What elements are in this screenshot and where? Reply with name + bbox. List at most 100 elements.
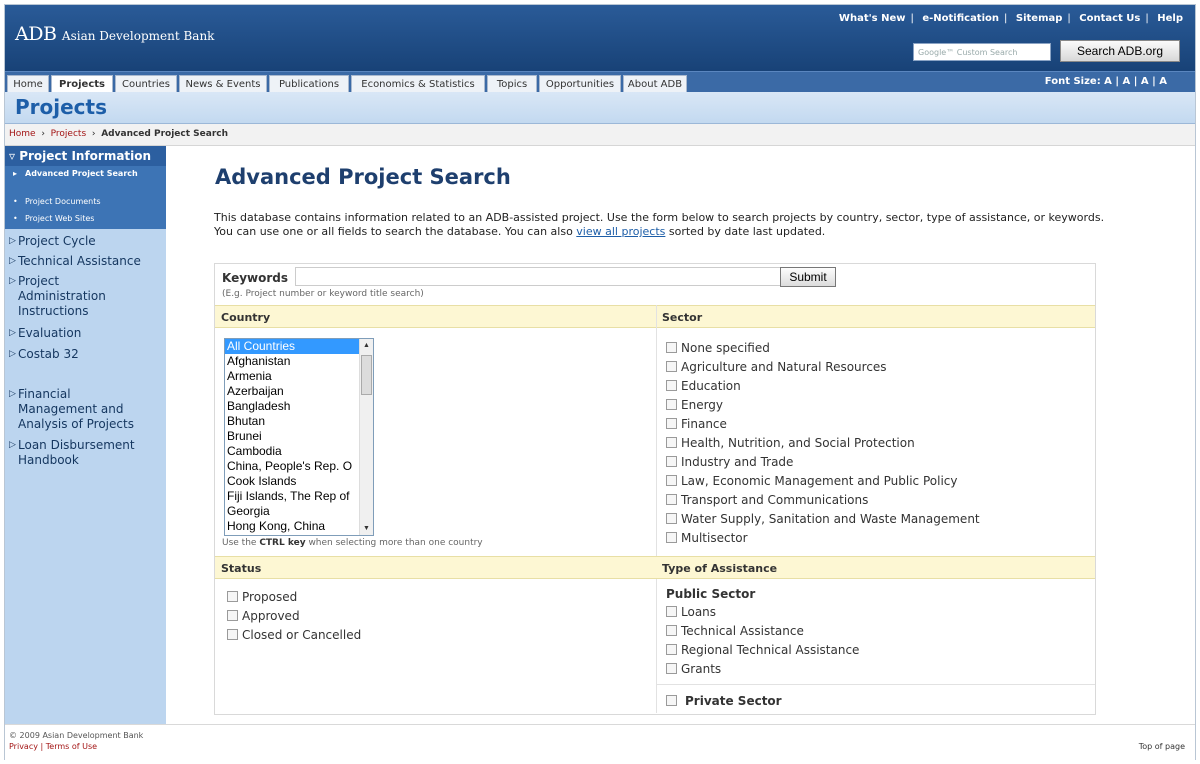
sector-checkbox-none[interactable]: None specified	[666, 341, 770, 355]
tab-opportunities[interactable]: Opportunities	[539, 75, 621, 93]
country-option[interactable]: Afghanistan	[225, 354, 361, 369]
tab-projects[interactable]: Projects	[51, 75, 113, 93]
country-option[interactable]: China, People's Rep. O	[225, 459, 361, 474]
country-option[interactable]: Bhutan	[225, 414, 361, 429]
listbox-scrollbar[interactable]: ▲ ▼	[359, 339, 373, 535]
tab-home[interactable]: Home	[7, 75, 49, 93]
private-sector-checkbox[interactable]: Private Sector	[666, 694, 782, 708]
view-all-projects-link[interactable]: view all projects	[576, 225, 665, 238]
tab-topics[interactable]: Topics	[487, 75, 537, 93]
country-option[interactable]: All Countries	[225, 339, 361, 354]
country-option[interactable]: Azerbaijan	[225, 384, 361, 399]
breadcrumb-projects[interactable]: Projects	[51, 129, 86, 139]
checkbox[interactable]	[666, 475, 677, 486]
top-of-page-link[interactable]: Top of page	[1139, 742, 1185, 751]
checkbox[interactable]	[666, 361, 677, 372]
sidebar-item-project-information[interactable]: ▿ Project Information	[5, 146, 166, 166]
sector-checkbox-transport[interactable]: Transport and Communications	[666, 493, 868, 507]
checkbox[interactable]	[666, 342, 677, 353]
scroll-down-icon[interactable]: ▼	[360, 522, 373, 535]
contact-us-link[interactable]: Contact Us	[1079, 13, 1140, 24]
assistance-checkbox-rta[interactable]: Regional Technical Assistance	[666, 643, 859, 657]
sector-checkbox-energy[interactable]: Energy	[666, 398, 723, 412]
checkbox[interactable]	[666, 418, 677, 429]
tab-economics-statistics[interactable]: Economics & Statistics	[351, 75, 485, 93]
checkbox[interactable]	[666, 625, 677, 636]
status-checkbox-approved[interactable]: Approved	[227, 609, 300, 623]
checkbox[interactable]	[666, 380, 677, 391]
country-listbox[interactable]: All Countries Afghanistan Armenia Azerba…	[224, 338, 374, 536]
checkbox[interactable]	[666, 663, 677, 674]
keywords-input[interactable]	[295, 267, 781, 286]
scroll-thumb[interactable]	[361, 355, 372, 395]
country-option[interactable]: Brunei	[225, 429, 361, 444]
sector-checkbox-law[interactable]: Law, Economic Management and Public Poli…	[666, 474, 958, 488]
intro-tail: sorted by date last updated.	[665, 225, 826, 238]
checkbox[interactable]	[666, 399, 677, 410]
submit-button[interactable]: Submit	[780, 267, 836, 287]
breadcrumb-home[interactable]: Home	[9, 129, 36, 139]
checkbox[interactable]	[666, 532, 677, 543]
sidebar-item-project-cycle[interactable]: ▷ Project Cycle	[9, 234, 164, 249]
country-option[interactable]: Fiji Islands, The Rep of	[225, 489, 361, 504]
country-option[interactable]: Bangladesh	[225, 399, 361, 414]
sidebar-item-financial-management[interactable]: ▷ Financial Management and Analysis of Pr…	[9, 387, 149, 432]
status-checkbox-closed[interactable]: Closed or Cancelled	[227, 628, 361, 642]
country-option[interactable]: Hong Kong, China	[225, 519, 361, 534]
tab-countries[interactable]: Countries	[115, 75, 177, 93]
country-option[interactable]: Georgia	[225, 504, 361, 519]
checkbox[interactable]	[666, 437, 677, 448]
sidebar-item-evaluation[interactable]: ▷ Evaluation	[9, 326, 164, 341]
site-header: ADB Asian Development Bank What's New | e…	[5, 5, 1195, 71]
sector-checkbox-industry[interactable]: Industry and Trade	[666, 455, 793, 469]
checkbox-label: Transport and Communications	[681, 493, 869, 507]
sidebar-item-loan-disbursement[interactable]: ▷ Loan Disbursement Handbook	[9, 438, 159, 468]
search-adb-button[interactable]: Search ADB.org	[1060, 40, 1180, 62]
site-search-input[interactable]: Google™ Custom Search	[913, 43, 1051, 61]
sidebar-subitem-advanced-search[interactable]: ▸ Advanced Project Search	[5, 166, 166, 194]
section-title: Projects	[15, 95, 108, 119]
status-checkbox-proposed[interactable]: Proposed	[227, 590, 297, 604]
whats-new-link[interactable]: What's New	[839, 13, 906, 24]
assistance-checkbox-loans[interactable]: Loans	[666, 605, 716, 619]
sidebar-subitem-project-web-sites[interactable]: • Project Web Sites	[5, 211, 166, 229]
tab-about-adb[interactable]: About ADB	[623, 75, 687, 93]
sector-checkbox-agriculture[interactable]: Agriculture and Natural Resources	[666, 360, 887, 374]
tab-publications[interactable]: Publications	[269, 75, 349, 93]
scroll-up-icon[interactable]: ▲	[360, 339, 373, 352]
checkbox[interactable]	[227, 629, 238, 640]
checkbox[interactable]	[666, 513, 677, 524]
checkbox[interactable]	[227, 591, 238, 602]
sector-checkbox-multisector[interactable]: Multisector	[666, 531, 748, 545]
e-notification-link[interactable]: e-Notification	[922, 13, 999, 24]
checkbox[interactable]	[666, 606, 677, 617]
page-title: Advanced Project Search	[215, 165, 511, 189]
checkbox[interactable]	[666, 695, 677, 706]
ctrl-hint-key: CTRL key	[259, 538, 306, 548]
checkbox[interactable]	[227, 610, 238, 621]
checkbox[interactable]	[666, 494, 677, 505]
country-option[interactable]: Cook Islands	[225, 474, 361, 489]
sector-checkbox-water[interactable]: Water Supply, Sanitation and Waste Manag…	[666, 512, 980, 526]
sidebar-subitem-project-documents[interactable]: • Project Documents	[5, 194, 166, 211]
checkbox[interactable]	[666, 456, 677, 467]
sector-checkbox-health[interactable]: Health, Nutrition, and Social Protection	[666, 436, 915, 450]
sector-checkbox-education[interactable]: Education	[666, 379, 741, 393]
adb-logo[interactable]: ADB Asian Development Bank	[15, 23, 214, 45]
country-option[interactable]: Cambodia	[225, 444, 361, 459]
breadcrumb-separator-icon: ›	[38, 129, 48, 139]
country-option[interactable]: Armenia	[225, 369, 361, 384]
sector-checkbox-finance[interactable]: Finance	[666, 417, 727, 431]
sidebar-item-project-administration[interactable]: ▷ Project Administration Instructions	[9, 274, 119, 319]
checkbox[interactable]	[666, 644, 677, 655]
checkbox-label: Loans	[681, 605, 717, 619]
privacy-terms-links[interactable]: Privacy | Terms of Use	[9, 742, 97, 751]
assistance-checkbox-grants[interactable]: Grants	[666, 662, 721, 676]
sidebar-item-costab[interactable]: ▷ Costab 32	[9, 347, 164, 362]
help-link[interactable]: Help	[1157, 13, 1183, 24]
tab-news-events[interactable]: News & Events	[179, 75, 267, 93]
sitemap-link[interactable]: Sitemap	[1016, 13, 1063, 24]
assistance-checkbox-ta[interactable]: Technical Assistance	[666, 624, 804, 638]
font-size-control[interactable]: Font Size: A | A | A | A	[1045, 76, 1167, 87]
sidebar-item-technical-assistance[interactable]: ▷ Technical Assistance	[9, 254, 164, 269]
